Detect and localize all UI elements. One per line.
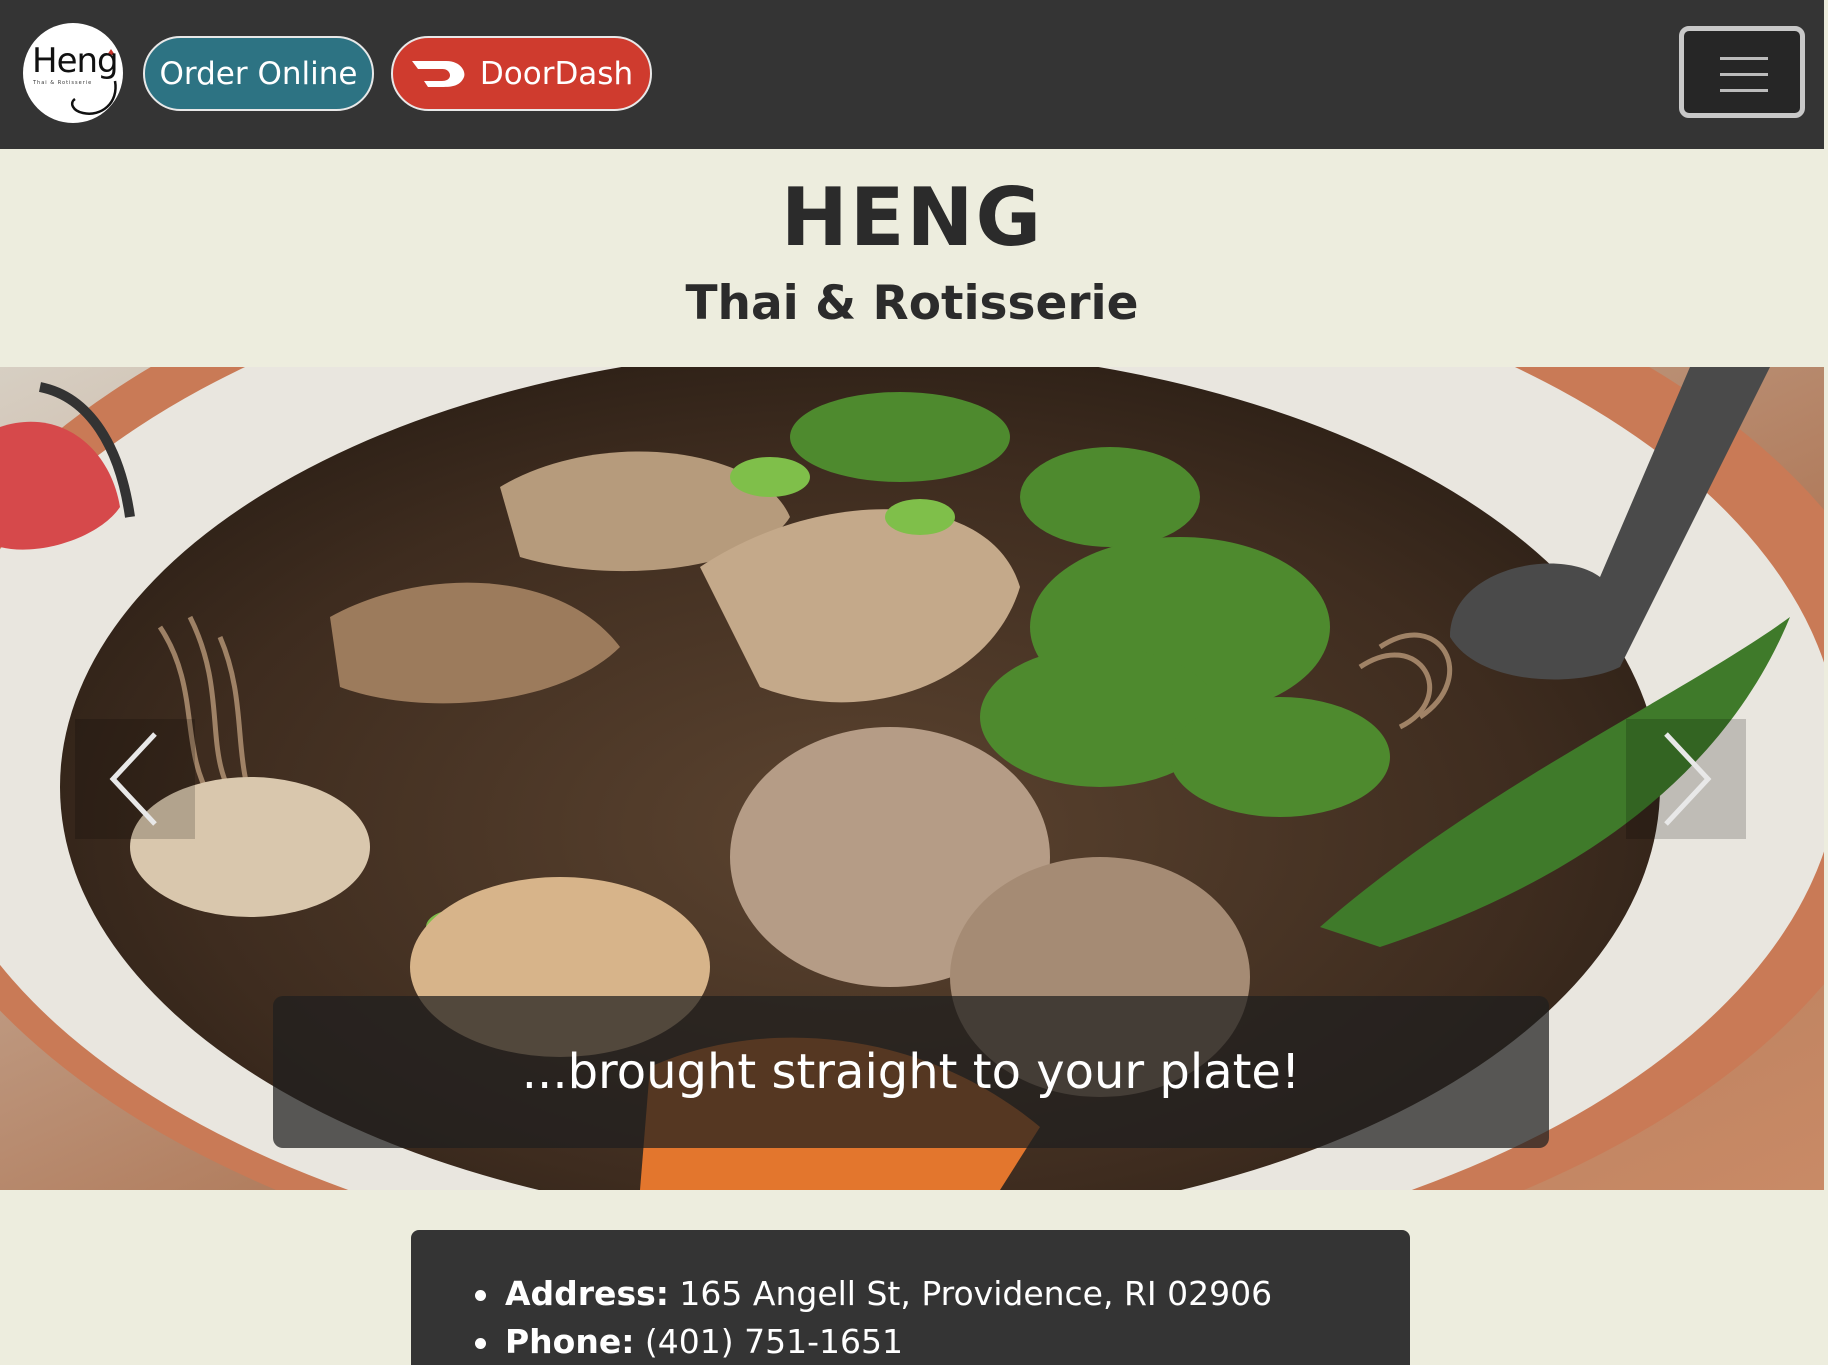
- order-online-label: Order Online: [159, 55, 358, 92]
- doordash-button[interactable]: DoorDash: [391, 36, 652, 111]
- page-title: HENG: [780, 171, 1044, 264]
- doordash-logo-icon: [410, 57, 468, 91]
- chevron-left-icon: [109, 732, 157, 826]
- order-online-button[interactable]: Order Online: [143, 36, 374, 111]
- logo-subtext: Thai & Rotisserie: [33, 80, 93, 86]
- hamburger-menu-button[interactable]: [1679, 26, 1805, 118]
- carousel-prev-button[interactable]: [75, 719, 195, 839]
- heng-logo[interactable]: Heng Thai & Rotisserie: [23, 23, 123, 123]
- logo-text: Heng: [32, 41, 119, 81]
- doordash-label: DoorDash: [479, 55, 634, 92]
- chevron-right-icon: [1664, 732, 1712, 826]
- address-value: 165 Angell St, Providence, RI 02906: [668, 1274, 1273, 1313]
- address-label: Address:: [505, 1274, 669, 1313]
- phone-label: Phone:: [505, 1322, 635, 1361]
- contact-info-list: Address: 165 Angell St, Providence, RI 0…: [474, 1270, 1273, 1365]
- contact-info-panel: Address: 165 Angell St, Providence, RI 0…: [411, 1230, 1410, 1365]
- phone-item: Phone: (401) 751-1651: [474, 1318, 1272, 1365]
- hero-carousel: ...brought straight to your plate!: [0, 367, 1824, 1190]
- carousel-caption: ...brought straight to your plate!: [273, 996, 1549, 1148]
- carousel-next-button[interactable]: [1626, 719, 1746, 839]
- address-item: Address: 165 Angell St, Providence, RI 0…: [474, 1270, 1273, 1318]
- carousel-caption-text: ...brought straight to your plate!: [521, 1044, 1301, 1100]
- phone-value[interactable]: (401) 751-1651: [634, 1322, 903, 1361]
- top-navbar: Heng Thai & Rotisserie Order Online Door…: [0, 0, 1824, 149]
- page-subtitle: Thai & Rotisserie: [685, 276, 1139, 331]
